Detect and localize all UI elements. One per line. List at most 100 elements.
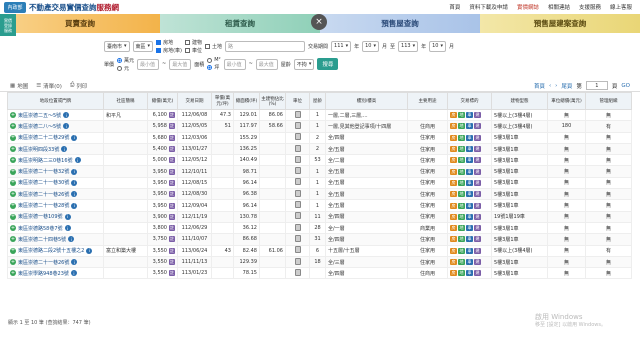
info-icon[interactable]: i	[71, 202, 78, 209]
column-header[interactable]: 交易標的	[447, 92, 492, 110]
address-wrap[interactable]: + 東區崇德路58巷7號 i	[10, 225, 101, 232]
table-row[interactable]: + 東區崇德路二段2號十五樓之2 i 富立和築大樓 3,550 註 113/06/24 43 8…	[7, 244, 632, 257]
info-icon[interactable]: i	[71, 191, 78, 198]
expand-plus-icon[interactable]: +	[10, 225, 16, 232]
tab-presale[interactable]: 預售屋查詢	[320, 14, 480, 33]
column-header[interactable]: 社區簡稱	[103, 92, 148, 110]
column-header[interactable]: 屋齡	[309, 92, 326, 110]
address-wrap[interactable]: + 東區崇德二十一巷32號 i	[10, 168, 101, 175]
parking-icon[interactable]	[294, 223, 301, 231]
year-to-select[interactable]: 113 ▾	[398, 40, 419, 52]
type-checkbox-house-parking[interactable]	[156, 47, 162, 53]
tab-rent[interactable]: 租賃查詢	[160, 14, 320, 33]
site-logo[interactable]: 內政部 不動產交易實價查詢 服務網	[0, 1, 119, 13]
info-icon[interactable]: i	[71, 179, 78, 186]
table-row[interactable]: + 東區崇德二十一巷30號 i 3,950 註 112/08/15 96.14 1 全/五層 住家…	[7, 176, 632, 190]
table-row[interactable]: + 東區崇德二十四巷5號 i 3,750 註 111/10/07 86.68 31 全/四層 住家…	[7, 233, 632, 246]
address-text[interactable]: 東區崇德二十一巷32號	[18, 168, 69, 175]
address-text[interactable]: 東區崇德二十一巷28號	[18, 202, 69, 209]
table-row[interactable]: + 東區崇德二十一巷32號 i 3,950 註 112/10/11 98.71 1 全/五層 住家…	[7, 165, 632, 178]
info-icon[interactable]: i	[71, 259, 78, 265]
expand-plus-icon[interactable]: +	[10, 259, 16, 265]
parking-icon[interactable]	[294, 133, 301, 141]
area-min-input[interactable]: 最小值	[223, 58, 246, 70]
address-text[interactable]: 東區崇德二八～5號	[18, 123, 61, 130]
age-select[interactable]: 不拘 ▾	[293, 58, 315, 70]
column-header[interactable]: 地段位置或門牌	[7, 92, 104, 110]
address-wrap[interactable]: + 東區崇德二五～5號 i	[10, 112, 101, 119]
expand-plus-icon[interactable]: +	[10, 213, 16, 220]
address-wrap[interactable]: + 東區崇德二十一巷28號 i	[10, 202, 101, 209]
nav-download[interactable]: 資料下載及申請	[469, 3, 508, 11]
parking-icon[interactable]	[294, 234, 301, 242]
address-wrap[interactable]: + 東區崇德二十二巷29號 i	[10, 134, 101, 141]
parking-icon[interactable]	[294, 155, 301, 163]
column-header[interactable]: 車位總價(萬元)	[547, 92, 586, 110]
tab-presale-project[interactable]: 預售屋建案查詢	[480, 14, 640, 33]
column-header[interactable]: 車位	[285, 92, 310, 110]
column-header[interactable]: 總價(萬元)	[147, 92, 178, 110]
address-text[interactable]: 東區崇學路948巷23號	[18, 270, 69, 277]
table-row[interactable]: + 東區崇德二十一巷28號 i 3,950 註 112/09/04 96.14 1 全/五層 住家…	[7, 199, 632, 212]
info-icon[interactable]: i	[71, 168, 78, 175]
parking-icon[interactable]	[294, 121, 301, 129]
note-tag-icon[interactable]: 註	[169, 168, 175, 175]
column-header[interactable]: 主要用途	[407, 92, 448, 110]
search-button[interactable]: 搜尋	[317, 58, 339, 70]
address-wrap[interactable]: + 東區崇德二十四巷5號 i	[10, 236, 101, 243]
info-icon[interactable]: i	[64, 225, 71, 232]
note-tag-icon[interactable]: 註	[169, 270, 175, 277]
info-icon[interactable]: i	[64, 213, 71, 220]
column-header[interactable]: 單價(萬元/坪)	[211, 92, 234, 110]
type-checkbox-house[interactable]	[156, 39, 162, 45]
address-text[interactable]: 東區崇德二十二巷29號	[18, 134, 69, 141]
nav-links[interactable]: 相關連結	[548, 3, 570, 11]
parking-icon[interactable]	[294, 268, 301, 276]
table-row[interactable]: + 東區崇明四段33號 i 5,400 註 113/01/27 136.25 2 全/五層 住家用…	[7, 142, 632, 156]
first-page-link[interactable]: 首頁	[534, 82, 545, 90]
address-wrap[interactable]: + 東區崇德二八～5號 i	[10, 123, 101, 130]
expand-plus-icon[interactable]: +	[10, 157, 16, 164]
price-max-input[interactable]: 最大值	[169, 58, 192, 70]
address-wrap[interactable]: + 東區崇明路二三0巷16號 i	[10, 157, 101, 164]
info-icon[interactable]: i	[61, 146, 68, 153]
expand-plus-icon[interactable]: +	[10, 123, 16, 130]
close-icon[interactable]: ×	[311, 14, 327, 30]
next-icon[interactable]: ›	[555, 83, 557, 89]
expand-plus-icon[interactable]: +	[10, 179, 16, 186]
note-tag-icon[interactable]: 註	[169, 236, 175, 243]
table-row[interactable]: + 東區崇明路二三0巷16號 i 5,000 註 112/05/12 140.49 53 全/二…	[7, 154, 632, 167]
address-wrap[interactable]: + 東區崇學路948巷23號 i	[10, 270, 101, 277]
map-button[interactable]: ▦ 地圖	[10, 82, 28, 90]
address-wrap[interactable]: + 東區崇明四段33號 i	[10, 146, 101, 153]
address-wrap[interactable]: + 東區崇德路二段2號十五樓之2 i	[10, 247, 101, 254]
list-button[interactable]: ☰ 清單(0)	[36, 82, 62, 90]
note-tag-icon[interactable]: 註	[169, 225, 175, 232]
parking-icon[interactable]	[294, 246, 301, 254]
info-icon[interactable]: i	[68, 236, 75, 243]
last-page-link[interactable]: 尾頁	[561, 82, 572, 90]
table-row[interactable]: + 東區崇德二十二巷29號 i 5,680 註 112/03/06 155.29 2 全/四層住…	[7, 131, 632, 144]
note-tag-icon[interactable]: 註	[169, 157, 175, 164]
address-text[interactable]: 東區崇德二五～5號	[18, 112, 61, 119]
parking-icon[interactable]	[294, 257, 301, 265]
column-header[interactable]: 樓別/樓高	[325, 92, 408, 110]
column-header[interactable]: 主建物佔比(%)	[259, 92, 286, 110]
note-tag-icon[interactable]: 註	[169, 112, 175, 119]
page-input[interactable]: 1	[585, 81, 608, 90]
address-text[interactable]: 東區崇德二十一巷26號	[18, 259, 69, 266]
unit-radio-yuan[interactable]	[117, 65, 123, 71]
info-icon[interactable]: i	[74, 157, 81, 164]
expand-plus-icon[interactable]: +	[10, 247, 16, 254]
parking-icon[interactable]	[294, 178, 301, 186]
note-tag-icon[interactable]: 註	[169, 202, 175, 209]
info-icon[interactable]: i	[86, 247, 93, 254]
address-text[interactable]: 東區崇德二十四巷5號	[18, 236, 66, 243]
table-row[interactable]: + 東區崇德一巷109號 i 3,900 註 112/11/19 130.78 11 全/四層住…	[7, 210, 632, 223]
note-tag-icon[interactable]: 註	[169, 146, 175, 153]
expand-plus-icon[interactable]: +	[10, 146, 16, 153]
address-text[interactable]: 東區崇德路二段2號十五樓之2	[18, 247, 84, 254]
month-to-select[interactable]: 10 ▾	[429, 40, 446, 52]
parking-icon[interactable]	[294, 144, 301, 152]
address-text[interactable]: 東區崇明路二三0巷16號	[18, 157, 73, 164]
